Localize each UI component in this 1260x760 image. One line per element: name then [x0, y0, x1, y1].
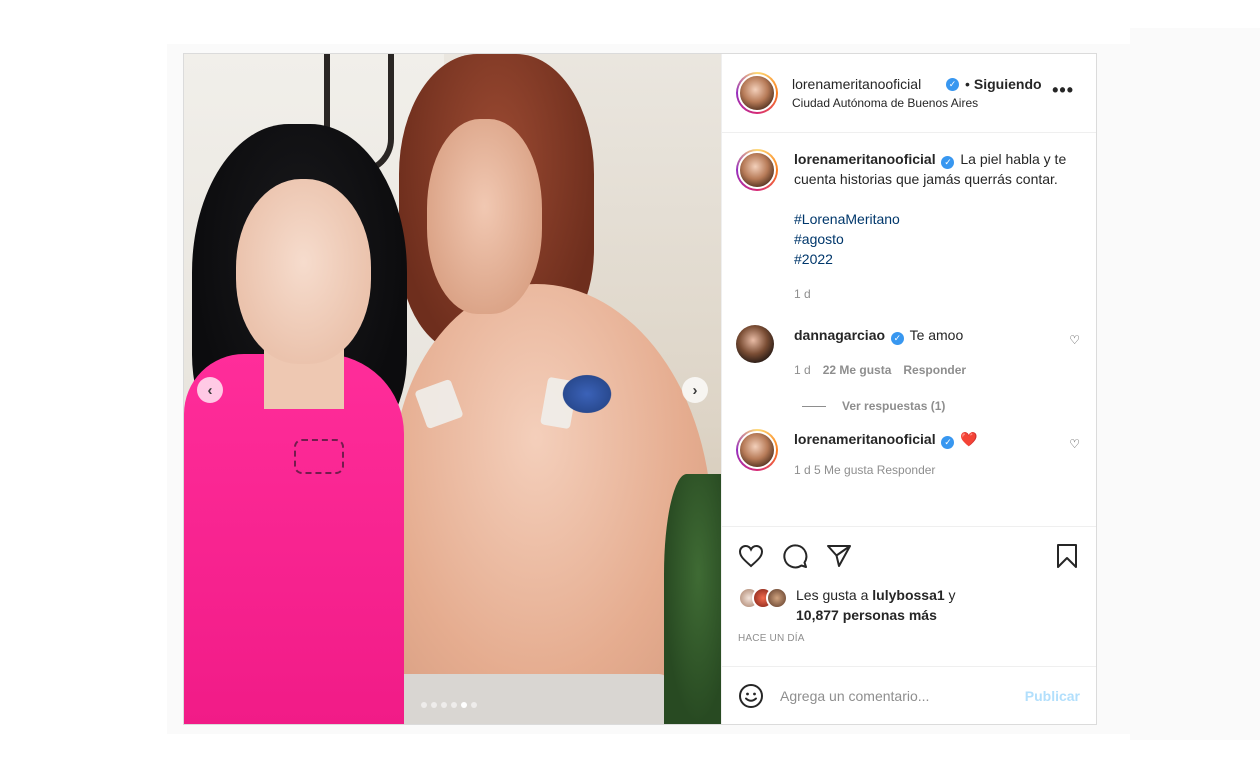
- like-heart-icon[interactable]: [738, 544, 764, 568]
- view-replies-label: Ver respuestas (1): [842, 399, 946, 413]
- photo-shirt-print: [294, 439, 344, 474]
- comment-username[interactable]: lorenameritanooficial: [794, 431, 936, 447]
- comment-username[interactable]: dannagarciao: [794, 327, 885, 343]
- post-location[interactable]: Ciudad Autónoma de Buenos Aires: [792, 96, 1047, 110]
- caption-author-avatar[interactable]: [736, 149, 778, 191]
- author-avatar[interactable]: [736, 72, 778, 114]
- reply-button[interactable]: Responder: [903, 363, 966, 377]
- carousel-dot: [451, 702, 457, 708]
- carousel-next-button[interactable]: ›: [682, 377, 708, 403]
- chevron-right-icon: ›: [692, 381, 698, 399]
- carousel-dot: [441, 702, 447, 708]
- comment-likes[interactable]: 22 Me gusta: [823, 363, 892, 377]
- commenter-avatar[interactable]: [736, 429, 778, 471]
- commenter-avatar[interactable]: [736, 325, 774, 363]
- photo-butterfly-tattoo: [559, 372, 615, 416]
- add-comment-bar: Publicar: [722, 666, 1096, 724]
- photo-person-left-face: [236, 179, 371, 364]
- post-actions: Les gusta a lulybossa1 y 10,877 personas…: [722, 526, 1096, 666]
- likes-prefix: Les gusta a: [796, 587, 869, 603]
- photo-plant: [664, 474, 721, 724]
- caption-time: 1 d: [794, 287, 811, 301]
- comment-input[interactable]: [780, 687, 1025, 704]
- emoji-icon[interactable]: [738, 683, 764, 709]
- verified-badge-icon: ✓: [941, 436, 955, 449]
- likes-count[interactable]: 10,877 personas más: [796, 607, 937, 623]
- caption-username[interactable]: lorenameritanooficial: [794, 151, 936, 167]
- carousel-dot: [471, 702, 477, 708]
- comment-like-heart-icon[interactable]: ♡: [1069, 333, 1080, 347]
- caption-hashtags: #LorenaMeritano #agosto #2022: [794, 209, 1080, 269]
- following-button[interactable]: Siguiendo: [974, 76, 1042, 92]
- hashtag-link[interactable]: #LorenaMeritano: [794, 209, 1080, 229]
- verified-badge-icon: ✓: [890, 332, 904, 345]
- photo-pink-shirt: [184, 354, 404, 724]
- share-paper-plane-icon[interactable]: [826, 544, 852, 568]
- post-timestamp[interactable]: HACE UN DÍA: [738, 633, 1080, 644]
- carousel-dot: [461, 702, 467, 708]
- author-username[interactable]: lorenameritanooficial: [792, 76, 940, 92]
- chevron-left-icon: ‹: [207, 381, 213, 399]
- hashtag-link[interactable]: #2022: [794, 249, 1080, 269]
- photo-person-right-face: [427, 119, 542, 314]
- comment-like-heart-icon[interactable]: ♡: [1069, 437, 1080, 451]
- carousel-indicator: [421, 702, 477, 708]
- comment-text: ❤️: [960, 431, 978, 447]
- post-media[interactable]: ‹ ›: [184, 54, 721, 724]
- instagram-post: ‹ › lorenameritanooficial ✓ • Siguiendo …: [183, 53, 1097, 725]
- photo-pants: [379, 674, 669, 724]
- likes-summary: Les gusta a lulybossa1 y 10,877 personas…: [738, 585, 1080, 625]
- verified-badge-icon: ✓: [946, 77, 959, 91]
- comment-item: dannagarciao ✓ Te amoo 1 d 22 Me gusta R…: [736, 325, 1080, 377]
- page-backdrop-right: [1130, 28, 1260, 740]
- comment-meta-partial: 1 d 5 Me gusta Responder: [794, 463, 936, 477]
- comment-item: lorenameritanooficial ✓ ❤️ 1 d 5 Me gust…: [736, 429, 1080, 477]
- carousel-dot: [431, 702, 437, 708]
- liker-avatar: [766, 587, 788, 609]
- comment-time: 1 d: [794, 363, 811, 377]
- carousel-dot: [421, 702, 427, 708]
- comment-text: Te amoo: [909, 327, 964, 343]
- view-replies-button[interactable]: Ver respuestas (1): [802, 399, 1080, 413]
- post-sidebar: lorenameritanooficial ✓ • Siguiendo Ciud…: [721, 54, 1096, 724]
- liker-username[interactable]: lulybossa1: [872, 587, 944, 603]
- hashtag-link[interactable]: #agosto: [794, 229, 1080, 249]
- header-separator: •: [965, 76, 970, 92]
- replies-line: [802, 405, 826, 407]
- verified-badge-icon: ✓: [941, 156, 955, 169]
- more-options-icon[interactable]: •••: [1052, 80, 1074, 101]
- carousel-prev-button[interactable]: ‹: [197, 377, 223, 403]
- save-bookmark-icon[interactable]: [1056, 543, 1078, 569]
- likers-avatars[interactable]: [738, 587, 788, 625]
- publish-button[interactable]: Publicar: [1025, 688, 1080, 704]
- likes-connector: y: [948, 587, 956, 603]
- caption: lorenameritanooficial ✓ La piel habla y …: [736, 149, 1080, 301]
- post-header: lorenameritanooficial ✓ • Siguiendo Ciud…: [722, 54, 1096, 133]
- comment-bubble-icon[interactable]: [782, 543, 808, 569]
- comments-section[interactable]: lorenameritanooficial ✓ La piel habla y …: [722, 133, 1096, 526]
